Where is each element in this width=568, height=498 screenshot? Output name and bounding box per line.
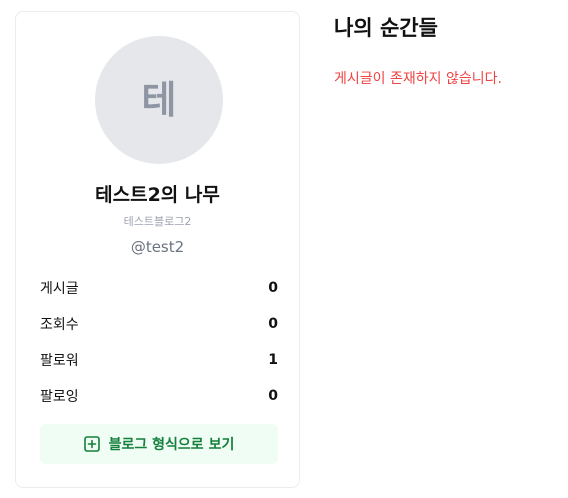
stat-value: 0 bbox=[268, 280, 278, 296]
stat-label: 게시글 bbox=[40, 281, 79, 297]
plus-square-icon bbox=[83, 436, 100, 452]
page: 테 테스트2의 나무 테스트블로그2 @test2 게시글 0 조회수 0 팔로… bbox=[0, 0, 568, 498]
page-title: 나의 순간들 bbox=[334, 16, 438, 40]
stat-row-views: 조회수 0 bbox=[40, 306, 278, 342]
blog-subtitle: 테스트블로그2 bbox=[123, 215, 192, 228]
blog-title: 테스트2의 나무 bbox=[95, 184, 220, 206]
stat-row-posts: 게시글 0 bbox=[40, 270, 278, 306]
stats-list: 게시글 0 조회수 0 팔로워 1 팔로잉 0 bbox=[40, 270, 278, 414]
view-as-blog-button[interactable]: 블로그 형식으로 보기 bbox=[40, 424, 278, 464]
stat-row-followers[interactable]: 팔로워 1 bbox=[40, 342, 278, 378]
avatar: 테 bbox=[95, 36, 223, 164]
stat-value: 1 bbox=[268, 352, 278, 368]
stat-value: 0 bbox=[268, 388, 278, 404]
stat-label: 팔로잉 bbox=[40, 389, 79, 405]
user-handle: @test2 bbox=[130, 238, 185, 256]
avatar-initial: 테 bbox=[141, 78, 177, 122]
stat-row-following[interactable]: 팔로잉 0 bbox=[40, 378, 278, 414]
empty-posts-message: 게시글이 존재하지 않습니다. bbox=[334, 71, 502, 87]
stat-label: 팔로워 bbox=[40, 353, 79, 369]
stat-label: 조회수 bbox=[40, 317, 79, 333]
stat-value: 0 bbox=[268, 316, 278, 332]
profile-card: 테 테스트2의 나무 테스트블로그2 @test2 게시글 0 조회수 0 팔로… bbox=[15, 11, 300, 488]
view-as-blog-label: 블로그 형식으로 보기 bbox=[108, 437, 235, 453]
